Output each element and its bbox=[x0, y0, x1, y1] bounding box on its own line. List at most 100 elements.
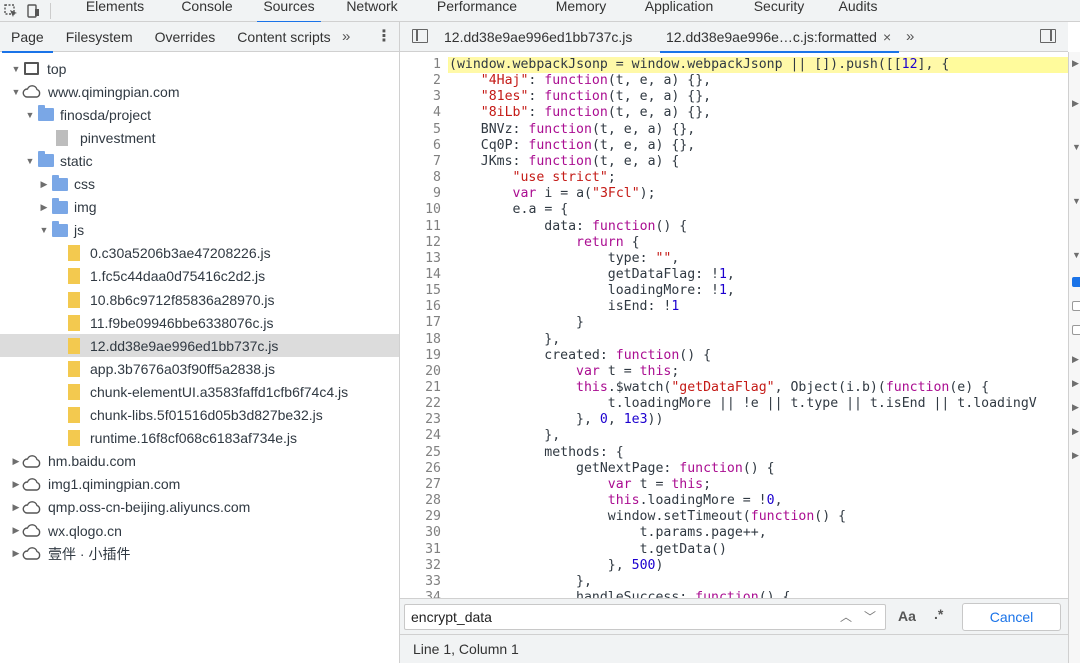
code-line[interactable]: 14 getDataFlag: !1, bbox=[400, 267, 1068, 283]
code-line[interactable]: 16 isEnd: !1 bbox=[400, 299, 1068, 315]
code-line[interactable]: 5 BNVz: function(t, e, a) {}, bbox=[400, 122, 1068, 138]
code-line[interactable]: 32 }, 500) bbox=[400, 558, 1068, 574]
main-tab-security[interactable]: Security bbox=[735, 0, 823, 22]
tree-item[interactable]: pinvestment bbox=[0, 126, 399, 149]
code-line[interactable]: 9 var i = a("3Fcl"); bbox=[400, 186, 1068, 202]
line-number[interactable]: 28 bbox=[400, 493, 441, 509]
collapse-arrow-icon[interactable]: ▼ bbox=[1072, 142, 1080, 152]
collapse-arrow-icon[interactable]: ▶ bbox=[1072, 354, 1079, 365]
code-line[interactable]: 13 type: "", bbox=[400, 251, 1068, 267]
collapse-arrow-icon[interactable]: ▶ bbox=[1072, 98, 1079, 109]
main-tab-application[interactable]: Application bbox=[623, 0, 735, 22]
collapsed-arrow-icon[interactable]: ▶ bbox=[10, 456, 22, 467]
line-number[interactable]: 14 bbox=[400, 267, 441, 283]
tree-item[interactable]: 1.fc5c44daa0d75416c2d2.js bbox=[0, 265, 399, 288]
expanded-arrow-icon[interactable]: ▼ bbox=[10, 87, 22, 97]
collapse-arrow-icon[interactable]: ▶ bbox=[1072, 58, 1079, 69]
tab-overrides[interactable]: Overrides bbox=[144, 22, 227, 52]
collapsed-arrow-icon[interactable]: ▶ bbox=[10, 479, 22, 490]
code-line[interactable]: 1 (window.webpackJsonp = window.webpackJs… bbox=[400, 57, 1068, 74]
line-number[interactable]: 2 bbox=[400, 73, 441, 89]
line-number[interactable]: 19 bbox=[400, 348, 441, 364]
tree-item[interactable]: 10.8b6c9712f85836a28970.js bbox=[0, 288, 399, 311]
collapsed-arrow-icon[interactable]: ▶ bbox=[10, 548, 22, 559]
match-case-toggle[interactable]: Aa bbox=[898, 608, 916, 624]
line-number[interactable]: 20 bbox=[400, 364, 441, 380]
tree-item[interactable]: 11.f9be09946bbe6338076c.js bbox=[0, 311, 399, 334]
code-line[interactable]: 10 e.a = { bbox=[400, 202, 1068, 218]
code-line[interactable]: 12 return { bbox=[400, 235, 1068, 251]
code-line[interactable]: 18 }, bbox=[400, 332, 1068, 348]
line-number[interactable]: 33 bbox=[400, 574, 441, 590]
expanded-arrow-icon[interactable]: ▼ bbox=[24, 110, 36, 120]
line-number[interactable]: 9 bbox=[400, 186, 441, 202]
tree-item[interactable]: ▶ qmp.oss-cn-beijing.aliyuncs.com bbox=[0, 496, 399, 519]
code-line[interactable]: 28 this.loadingMore = !0, bbox=[400, 493, 1068, 509]
expanded-arrow-icon[interactable]: ▼ bbox=[38, 225, 50, 235]
code-line[interactable]: 29 window.setTimeout(function() { bbox=[400, 509, 1068, 525]
line-number[interactable]: 7 bbox=[400, 154, 441, 170]
line-number[interactable]: 21 bbox=[400, 380, 441, 396]
line-number[interactable]: 24 bbox=[400, 428, 441, 444]
code-line[interactable]: 24 }, bbox=[400, 428, 1068, 444]
line-number[interactable]: 23 bbox=[400, 412, 441, 428]
line-number[interactable]: 10 bbox=[400, 202, 441, 218]
code-line[interactable]: 17 } bbox=[400, 315, 1068, 331]
code-line[interactable]: 27 var t = this; bbox=[400, 477, 1068, 493]
code-line[interactable]: 4 "8iLb": function(t, e, a) {}, bbox=[400, 105, 1068, 121]
line-number[interactable]: 30 bbox=[400, 525, 441, 541]
device-toolbar-icon[interactable] bbox=[22, 0, 44, 22]
collapsed-arrow-icon[interactable]: ▶ bbox=[10, 502, 22, 513]
code-line[interactable]: 31 t.getData() bbox=[400, 542, 1068, 558]
line-number[interactable]: 31 bbox=[400, 542, 441, 558]
collapsed-arrow-icon[interactable]: ▶ bbox=[38, 202, 50, 213]
tree-item[interactable]: ▼ finosda/project bbox=[0, 103, 399, 126]
line-number[interactable]: 11 bbox=[400, 219, 441, 235]
main-tab-performance[interactable]: Performance bbox=[415, 0, 539, 22]
collapse-arrow-icon[interactable]: ▶ bbox=[1072, 402, 1079, 413]
tree-item[interactable]: ▼ js bbox=[0, 219, 399, 242]
main-tab-network[interactable]: Network bbox=[329, 0, 415, 22]
line-number[interactable]: 3 bbox=[400, 89, 441, 105]
code-line[interactable]: 2 "4Haj": function(t, e, a) {}, bbox=[400, 73, 1068, 89]
line-number[interactable]: 16 bbox=[400, 299, 441, 315]
tree-item[interactable]: 12.dd38e9ae996ed1bb737c.js bbox=[0, 334, 399, 358]
code-line[interactable]: 23 }, 0, 1e3)) bbox=[400, 412, 1068, 428]
main-tab-sources[interactable]: Sources bbox=[249, 0, 329, 23]
line-number[interactable]: 12 bbox=[400, 235, 441, 251]
code-line[interactable]: 26 getNextPage: function() { bbox=[400, 461, 1068, 477]
toggle-debugger-icon[interactable] bbox=[1040, 29, 1056, 43]
code-line[interactable]: 8 "use strict"; bbox=[400, 170, 1068, 186]
toggle-navigator-icon[interactable] bbox=[412, 29, 428, 43]
checkbox-icon[interactable] bbox=[1072, 301, 1080, 311]
collapse-arrow-icon[interactable]: ▶ bbox=[1072, 450, 1079, 461]
tree-item[interactable]: ▶ wx.qlogo.cn bbox=[0, 519, 399, 542]
line-number[interactable]: 8 bbox=[400, 170, 441, 186]
next-match-icon[interactable]: ﹀ bbox=[864, 608, 876, 625]
code-line[interactable]: 21 this.$watch("getDataFlag", Object(i.b… bbox=[400, 380, 1068, 396]
tree-item[interactable]: app.3b7676a03f90ff5a2838.js bbox=[0, 357, 399, 380]
tab-content-scripts[interactable]: Content scripts bbox=[226, 22, 341, 52]
cancel-button[interactable]: Cancel bbox=[962, 603, 1061, 631]
tree-item[interactable]: runtime.16f8cf068c6183af734e.js bbox=[0, 427, 399, 450]
code-line[interactable]: 15 loadingMore: !1, bbox=[400, 283, 1068, 299]
kebab-menu-icon[interactable]: ⋮ bbox=[376, 26, 392, 46]
main-tab-elements[interactable]: Elements bbox=[65, 0, 165, 22]
line-number[interactable]: 27 bbox=[400, 477, 441, 493]
code-line[interactable]: 33 }, bbox=[400, 574, 1068, 590]
code-line[interactable]: 7 JKms: function(t, e, a) { bbox=[400, 154, 1068, 170]
tab-page[interactable]: Page bbox=[0, 22, 55, 53]
expanded-arrow-icon[interactable]: ▼ bbox=[10, 64, 22, 74]
tree-item[interactable]: chunk-elementUI.a3583faffd1cfb6f74c4.js bbox=[0, 380, 399, 403]
tree-item[interactable]: ▼ www.qimingpian.com bbox=[0, 80, 399, 103]
code-line[interactable]: 20 var t = this; bbox=[400, 364, 1068, 380]
collapse-arrow-icon[interactable]: ▼ bbox=[1072, 250, 1080, 260]
main-tab-console[interactable]: Console bbox=[165, 0, 249, 22]
line-number[interactable]: 15 bbox=[400, 283, 441, 299]
line-number[interactable]: 22 bbox=[400, 396, 441, 412]
collapsed-arrow-icon[interactable]: ▶ bbox=[38, 179, 50, 190]
tree-item[interactable]: ▶ img bbox=[0, 196, 399, 219]
line-number[interactable]: 32 bbox=[400, 558, 441, 574]
tree-item[interactable]: ▶ hm.baidu.com bbox=[0, 450, 399, 473]
line-number[interactable]: 4 bbox=[400, 105, 441, 121]
